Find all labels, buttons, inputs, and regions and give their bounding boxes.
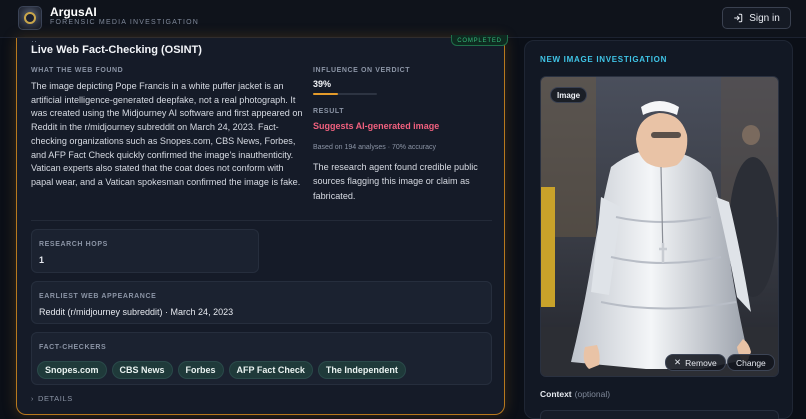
fact-checker-chip[interactable]: CBS News (111, 361, 173, 379)
new-investigation-panel: NEW IMAGE INVESTIGATION Image ✕ Remove C… (524, 40, 793, 419)
panel-title: NEW IMAGE INVESTIGATION (540, 55, 668, 64)
result-value: Suggests AI-generated image (313, 121, 440, 131)
sign-in-label: Sign in (749, 12, 780, 24)
context-input[interactable] (540, 410, 779, 419)
pope-puffer-image (541, 77, 778, 376)
app-name: ArgusAI (50, 5, 97, 19)
earliest-value: Reddit (r/midjourney subreddit) · March … (39, 307, 234, 317)
result-description: The research agent found credible public… (313, 162, 478, 201)
argus-logo (18, 6, 42, 30)
change-image-button[interactable]: Change (727, 354, 775, 371)
close-icon: ✕ (674, 357, 682, 367)
fact-checker-chips: Snopes.com CBS News Forbes AFP Fact Chec… (37, 361, 406, 379)
remove-label: Remove (685, 357, 717, 368)
app-subtitle: FORENSIC MEDIA INVESTIGATION (50, 19, 199, 26)
influence-value: 39% (313, 79, 332, 89)
web-found-text: The image depicting Pope Francis in a wh… (31, 81, 303, 187)
divider (31, 220, 492, 221)
fact-checker-chip[interactable]: The Independent (317, 361, 406, 379)
web-found-label: WHAT THE WEB FOUND (31, 67, 124, 74)
remove-image-button[interactable]: ✕ Remove (665, 354, 726, 371)
research-hops-box: RESEARCH HOPS 1 (31, 229, 259, 273)
fact-checkers-label: FACT-CHECKERS (39, 344, 107, 351)
influence-bar-fill (313, 93, 338, 95)
fact-checker-chip[interactable]: AFP Fact Check (228, 361, 313, 379)
influence-label: INFLUENCE ON VERDICT (313, 67, 411, 74)
chevron-right-icon: › (31, 396, 34, 403)
research-hops-label: RESEARCH HOPS (39, 241, 108, 248)
context-label: Context (optional) (540, 389, 610, 399)
influence-bar (313, 93, 377, 95)
image-type-badge: Image (550, 87, 588, 103)
sign-in-icon (734, 13, 743, 23)
details-label: DETAILS (37, 394, 73, 403)
uploaded-image: Image ✕ Remove Change (540, 76, 779, 377)
sign-in-button[interactable]: Sign in (722, 7, 791, 29)
completed-badge: COMPLETED (451, 35, 508, 46)
context-label-text: Context (540, 389, 572, 399)
earliest-appearance-box: EARLIEST WEB APPEARANCE Reddit (r/midjou… (31, 281, 492, 324)
card-title: Live Web Fact-Checking (OSINT) (31, 44, 202, 56)
earliest-label: EARLIEST WEB APPEARANCE (39, 293, 157, 300)
context-optional: (optional) (574, 389, 611, 399)
research-hops-value: 1 (39, 255, 45, 265)
based-on-text: Based on 194 analyses · 70% accuracy (313, 144, 436, 151)
fact-checker-chip[interactable]: Snopes.com (37, 361, 107, 379)
osint-result-card: ·· COMPLETED Live Web Fact-Checking (OSI… (16, 35, 508, 415)
result-label: RESULT (313, 108, 345, 115)
details-toggle[interactable]: › DETAILS (31, 394, 73, 403)
fact-checker-chip[interactable]: Forbes (177, 361, 224, 379)
app-header: ArgusAI FORENSIC MEDIA INVESTIGATION Sig… (0, 0, 806, 38)
